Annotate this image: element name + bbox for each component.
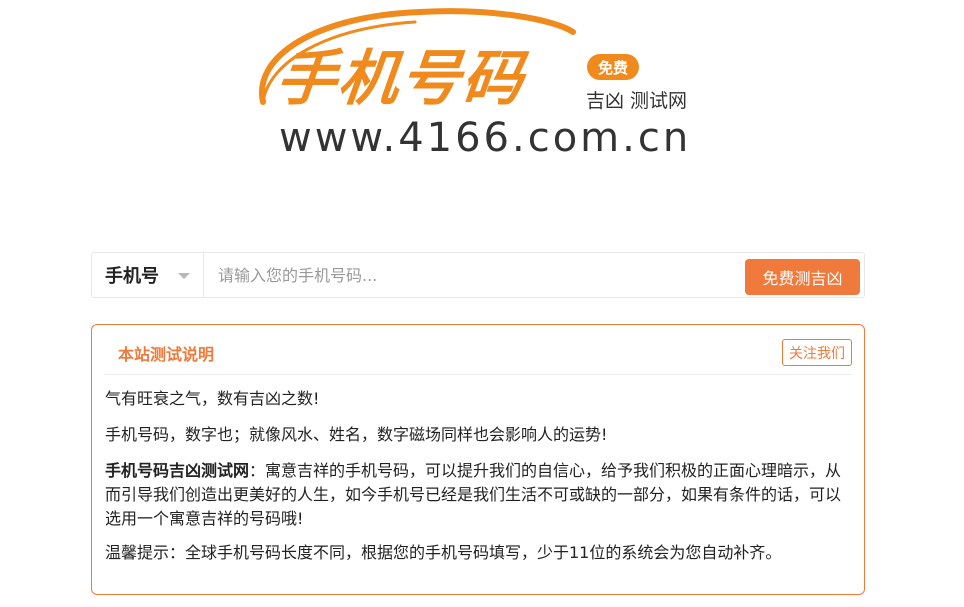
paragraph-numbers: 手机号码，数字也；就像风水、姓名，数字磁场同样也会影响人的运势!	[105, 425, 608, 444]
search-type-label: 手机号	[105, 266, 159, 287]
panel-body: 气有旺衰之气，数有吉凶之数! 手机号码，数字也；就像风水、姓名，数字磁场同样也会…	[105, 387, 846, 577]
paragraph-intro: 气有旺衰之气，数有吉凶之数!	[105, 389, 320, 408]
free-test-button[interactable]: 免费测吉凶	[745, 259, 860, 295]
phone-number-input[interactable]	[204, 253, 734, 297]
logo-url: www.4166.com.cn	[279, 115, 692, 161]
follow-us-button[interactable]: 关注我们	[782, 339, 852, 366]
logo-subtitle: 吉凶 测试网	[586, 90, 688, 112]
paragraph-tip: 温馨提示：全球手机号码长度不同，根据您的手机号码填写，少于11位的系统会为您自动…	[105, 543, 782, 562]
free-badge: 免费	[587, 54, 639, 80]
paragraph-description: 手机号码吉凶测试网：寓意吉祥的手机号码，可以提升我们的自信心，给予我们积极的正面…	[105, 459, 846, 531]
search-type-select[interactable]: 手机号	[92, 253, 204, 297]
panel-title: 本站测试说明	[118, 345, 215, 364]
logo-title: 手机号码	[272, 44, 529, 114]
site-name-lead: 手机号码吉凶测试网	[105, 461, 250, 480]
search-bar: 手机号 免费测吉凶	[91, 252, 865, 298]
panel-header: 本站测试说明 关注我们	[104, 325, 852, 375]
site-info-panel: 本站测试说明 关注我们 气有旺衰之气，数有吉凶之数! 手机号码，数字也；就像风水…	[91, 324, 865, 595]
chevron-down-icon	[178, 273, 190, 279]
site-logo[interactable]: 手机号码 免费 吉凶 测试网 www.4166.com.cn	[255, 2, 715, 162]
